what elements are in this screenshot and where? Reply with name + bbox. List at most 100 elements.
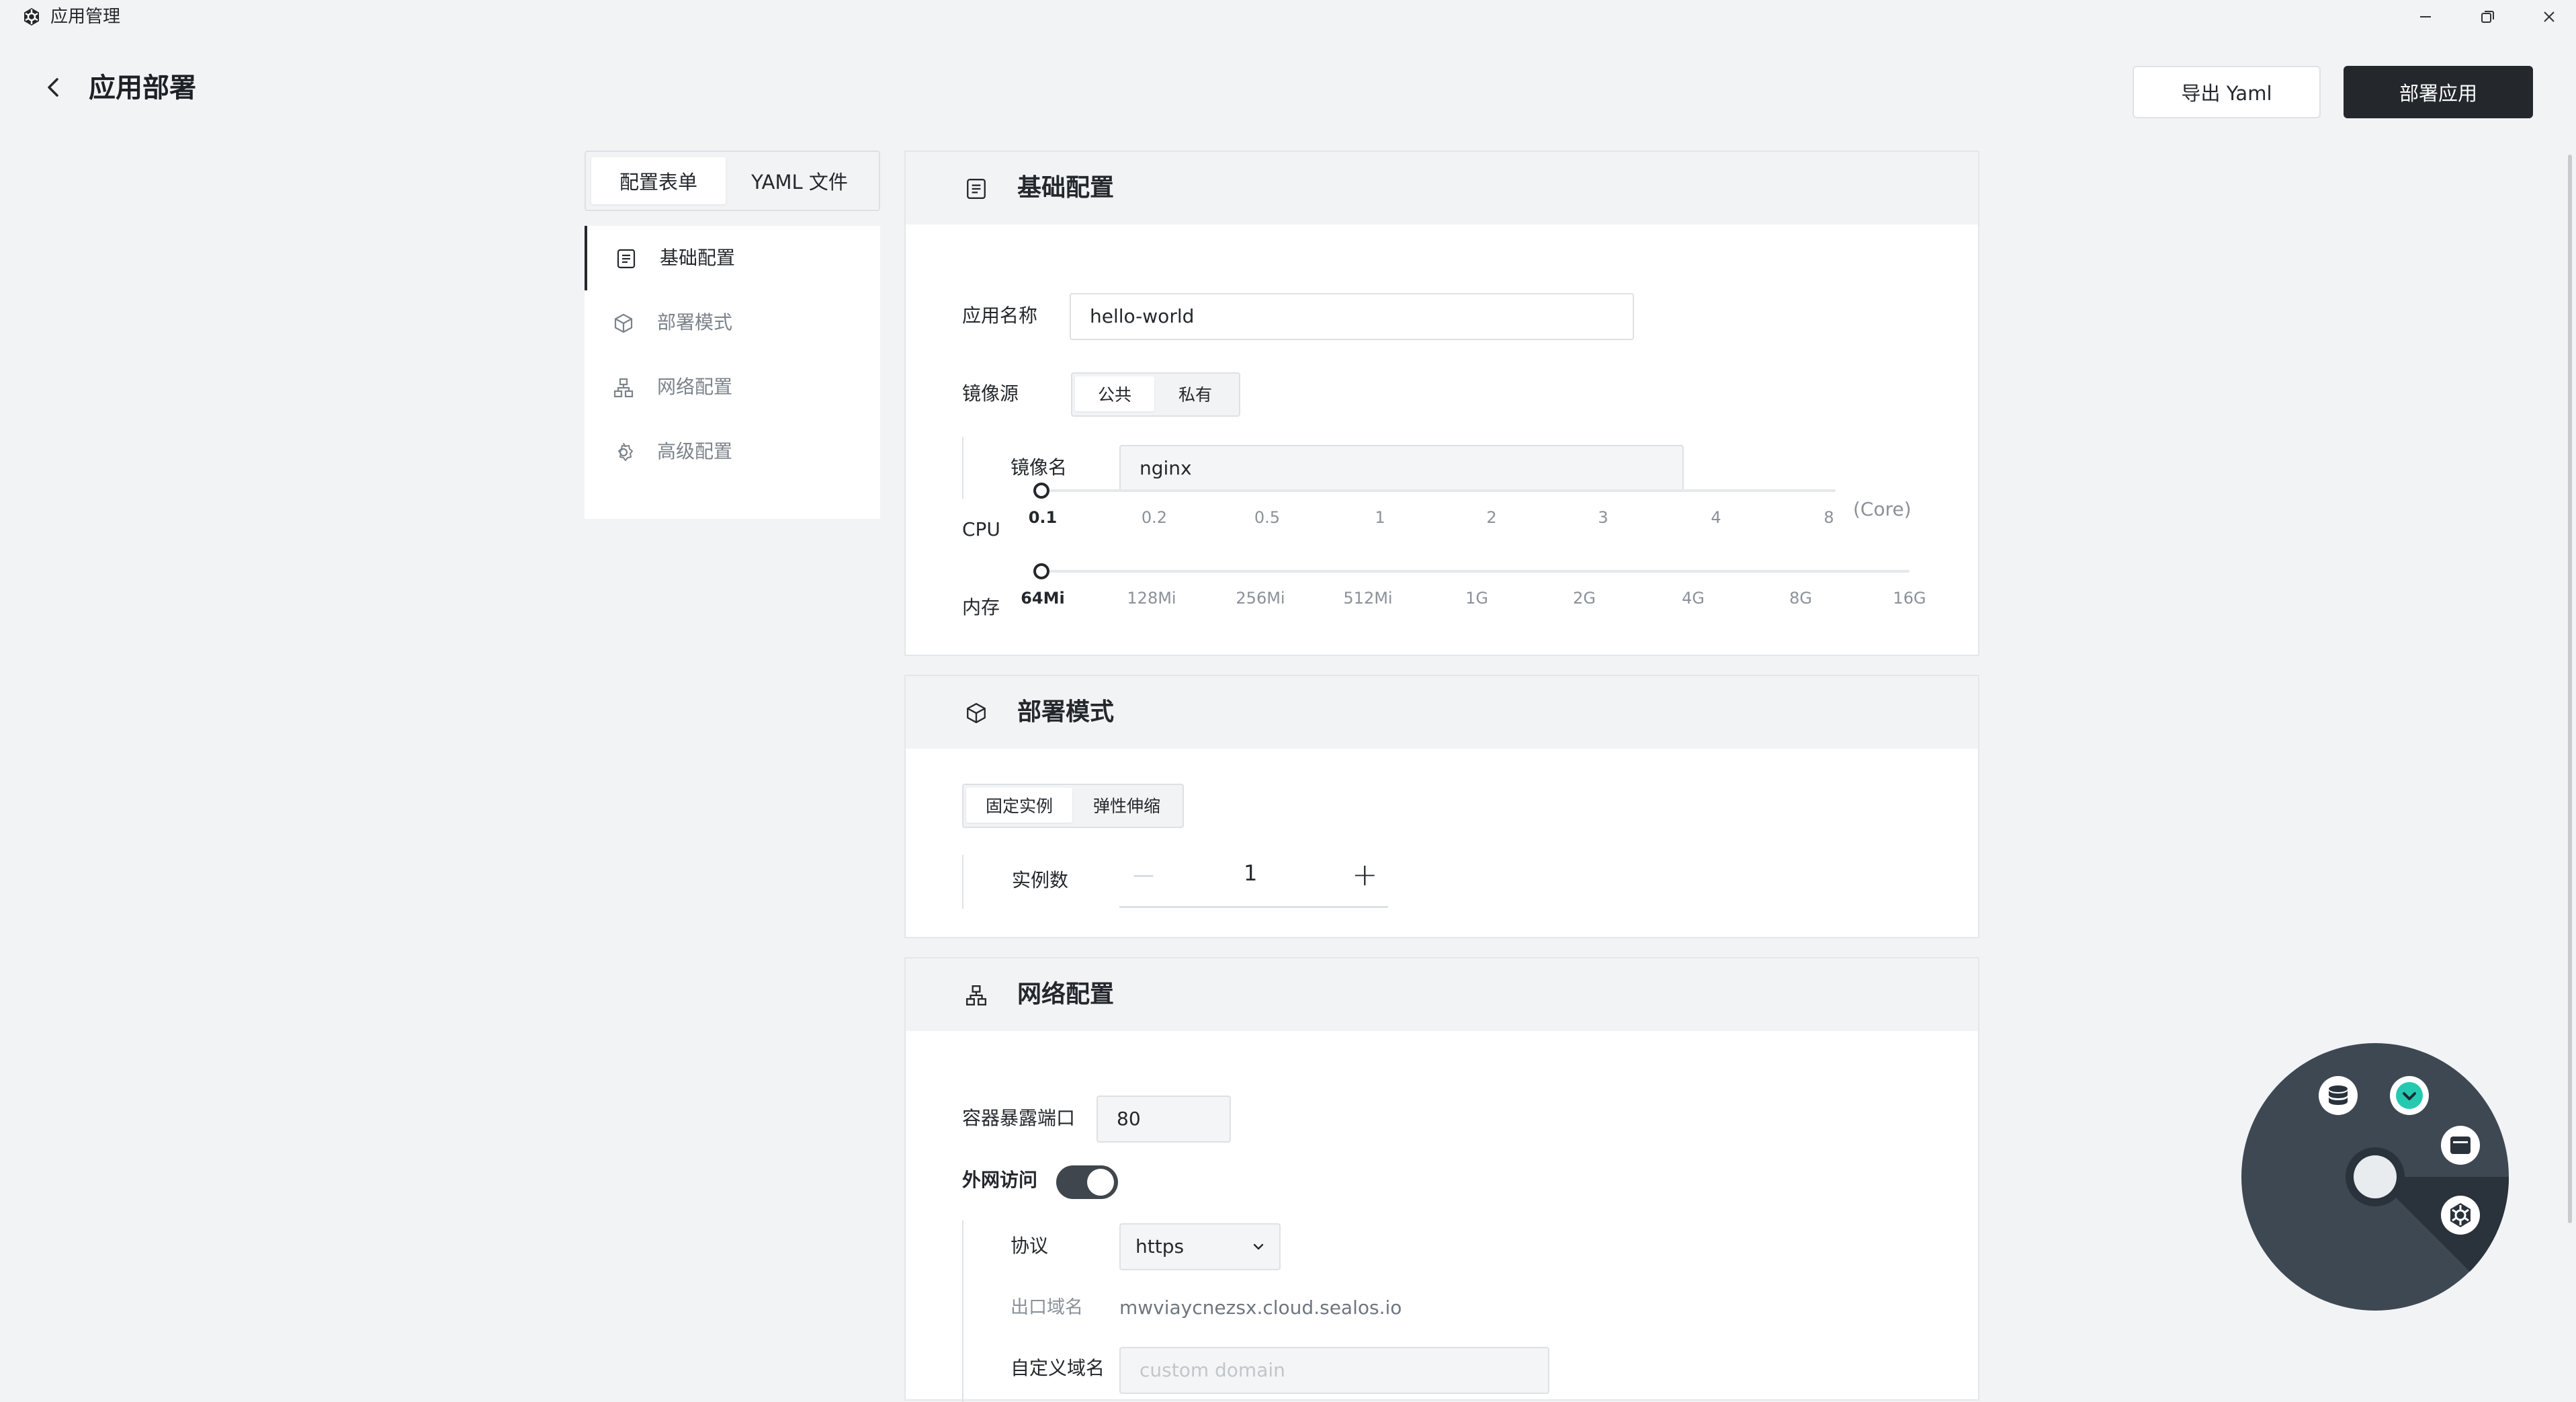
card-title: 网络配置 — [1017, 981, 1115, 1008]
cpu-tick: 0.5 — [1254, 508, 1281, 527]
close-button[interactable] — [2536, 4, 2563, 30]
app-name-label: 应用名称 — [962, 304, 1038, 327]
cpu-tick: 1 — [1375, 508, 1385, 527]
tab-yaml-file[interactable]: YAML 文件 — [727, 157, 872, 204]
card-header: 网络配置 — [906, 958, 1978, 1031]
custom-domain-label: 自定义域名 — [1011, 1357, 1105, 1379]
increment-button[interactable]: + — [1352, 856, 1378, 893]
image-source-public[interactable]: 公共 — [1075, 376, 1154, 411]
replicas-label: 实例数 — [1012, 869, 1069, 891]
image-source-private[interactable]: 私有 — [1156, 376, 1235, 411]
memory-slider-handle[interactable] — [1033, 563, 1049, 579]
cpu-slider-handle[interactable] — [1033, 483, 1049, 499]
chevron-left-icon — [48, 78, 58, 97]
deploy-mode-autoscale[interactable]: 弹性伸缩 — [1074, 788, 1180, 823]
image-source-toggle: 公共 私有 — [1071, 372, 1240, 417]
app-content: 应用部署 导出 Yaml 部署应用 配置表单 YAML 文件 基础配置 部署模式… — [0, 35, 2576, 1402]
card-header: 部署模式 — [906, 676, 1978, 749]
app-logo-icon — [22, 7, 42, 27]
protocol-value: https — [1135, 1235, 1185, 1257]
document-icon — [965, 177, 988, 200]
app-manager-icon[interactable] — [2440, 1195, 2481, 1235]
network-icon — [613, 377, 634, 399]
memory-tick: 1G — [1465, 589, 1488, 608]
export-yaml-button[interactable]: 导出 Yaml — [2133, 66, 2321, 118]
card-title: 部署模式 — [1017, 698, 1115, 726]
nav-item-label: 高级配置 — [657, 440, 733, 462]
cpu-label: CPU — [962, 518, 1000, 540]
network-config-card: 网络配置 容器暴露端口 80 外网访问 协议 https 出口域名 mwviay… — [904, 957, 1979, 1402]
nav-item-basic[interactable]: 基础配置 — [585, 226, 880, 290]
memory-tick: 64Mi — [1021, 589, 1065, 608]
nav-item-label: 部署模式 — [657, 311, 733, 333]
cube-icon — [613, 313, 634, 334]
back-button[interactable] — [42, 75, 66, 99]
port-label: 容器暴露端口 — [962, 1107, 1076, 1129]
memory-tick: 4G — [1682, 589, 1705, 608]
cpu-unit: (Core) — [1853, 498, 1912, 520]
deploy-mode-toggle: 固定实例 弹性伸缩 — [962, 784, 1184, 828]
terminal-icon[interactable] — [2440, 1125, 2481, 1165]
image-name-label: 镜像名 — [1011, 456, 1068, 479]
nav-item-label: 基础配置 — [660, 247, 736, 269]
deploy-app-button[interactable]: 部署应用 — [2344, 66, 2533, 118]
decrement-button[interactable]: — — [1133, 862, 1154, 887]
restore-button[interactable] — [2474, 4, 2501, 30]
deploy-mode-fixed[interactable]: 固定实例 — [966, 788, 1072, 823]
card-title: 基础配置 — [1017, 174, 1115, 202]
basic-config-card: 基础配置 应用名称 hello-world 镜像源 公共 私有 镜像名 ngin… — [904, 151, 1979, 656]
cpu-tick: 0.1 — [1028, 508, 1058, 527]
custom-domain-input[interactable]: custom domain — [1119, 1347, 1549, 1394]
public-access-label: 外网访问 — [962, 1169, 1038, 1191]
database-icon[interactable] — [2318, 1075, 2358, 1116]
page-title: 应用部署 — [89, 73, 196, 104]
deploy-mode-card: 部署模式 固定实例 弹性伸缩 实例数 — 1 + — [904, 675, 1979, 938]
memory-tick: 8G — [1789, 589, 1812, 608]
protocol-label: 协议 — [1011, 1235, 1049, 1257]
memory-tick: 512Mi — [1343, 589, 1393, 608]
cpu-tick: 2 — [1486, 508, 1497, 527]
cube-icon — [965, 702, 988, 725]
cpu-tick: 4 — [1711, 508, 1721, 527]
public-access-toggle[interactable] — [1056, 1165, 1118, 1199]
card-header: 基础配置 — [906, 152, 1978, 224]
image-name-input[interactable]: nginx — [1119, 445, 1684, 492]
memory-slider-track[interactable] — [1043, 570, 1909, 573]
nav-item-advanced[interactable]: 高级配置 — [585, 419, 880, 484]
nav-item-label: 网络配置 — [657, 376, 733, 398]
floating-app-launcher[interactable] — [2240, 1042, 2510, 1312]
chevron-down-icon — [1252, 1241, 1264, 1253]
app-name-input[interactable]: hello-world — [1070, 293, 1634, 340]
memory-label: 内存 — [962, 596, 1000, 618]
tab-config-form[interactable]: 配置表单 — [591, 157, 726, 204]
memory-tick: 2G — [1573, 589, 1596, 608]
port-input[interactable]: 80 — [1097, 1096, 1231, 1143]
cpu-tick: 3 — [1598, 508, 1608, 527]
image-source-label: 镜像源 — [962, 382, 1019, 405]
form-mode-tabs: 配置表单 YAML 文件 — [585, 151, 880, 211]
egress-domain-label: 出口域名 — [1011, 1297, 1083, 1318]
egress-domain-value: mwviaycnezsx.cloud.sealos.io — [1119, 1296, 1402, 1319]
memory-tick: 128Mi — [1127, 589, 1176, 608]
indent-line — [962, 437, 963, 499]
cpu-tick: 0.2 — [1141, 508, 1168, 527]
memory-tick: 256Mi — [1236, 589, 1285, 608]
minimize-button[interactable] — [2412, 4, 2439, 30]
replicas-value[interactable]: 1 — [1244, 860, 1257, 886]
app-store-icon[interactable] — [2389, 1075, 2430, 1116]
title-bar: 应用管理 — [0, 0, 2576, 34]
replicas-stepper: — 1 + — [1119, 852, 1388, 908]
toggle-knob — [1087, 1169, 1114, 1196]
window-title: 应用管理 — [50, 7, 121, 27]
protocol-select[interactable]: https — [1119, 1223, 1281, 1270]
indent-line — [962, 855, 963, 909]
nav-item-network[interactable]: 网络配置 — [585, 355, 880, 419]
nav-item-deploy-mode[interactable]: 部署模式 — [585, 290, 880, 355]
scrollbar[interactable] — [2568, 155, 2572, 1223]
document-icon — [615, 248, 637, 270]
section-nav: 基础配置 部署模式 网络配置 高级配置 — [585, 226, 880, 519]
cpu-slider-track[interactable] — [1043, 489, 1836, 492]
gear-icon — [613, 442, 634, 463]
network-icon — [965, 984, 988, 1007]
memory-tick: 16G — [1893, 589, 1926, 608]
